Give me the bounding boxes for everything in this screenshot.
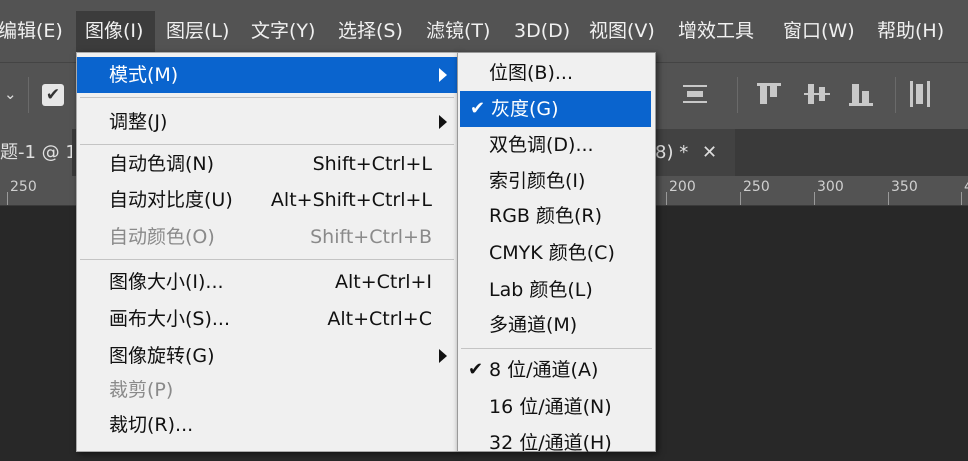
- image-menu-dropdown: 模式(M) 调整(J) 自动色调(N) Shift+Ctrl+L 自动对比度(U…: [76, 52, 458, 452]
- checkmark-icon: ✔: [470, 98, 486, 119]
- options-divider: [895, 77, 896, 113]
- menu-item-label: 画布大小(S)...: [109, 308, 231, 330]
- menu-help[interactable]: 帮助(H): [877, 0, 944, 62]
- align-left-edges-icon[interactable]: [908, 79, 936, 109]
- menu-item-trim[interactable]: 裁切(R)...: [77, 407, 457, 443]
- align-top-edges-icon[interactable]: [756, 79, 784, 109]
- menu-item-label: 模式(M): [109, 64, 179, 86]
- submenu-item-lab-color[interactable]: Lab 颜色(L): [458, 272, 655, 308]
- options-divider: [28, 77, 29, 113]
- menu-item-adjustments[interactable]: 调整(J): [77, 104, 457, 140]
- menu-item-shortcut: Alt+Ctrl+C: [327, 308, 432, 330]
- ruler-tick: [7, 192, 8, 205]
- submenu-item-label: 多通道(M): [489, 314, 578, 336]
- document-tab[interactable]: 8) * ✕: [655, 129, 735, 176]
- document-tab-label: 8) *: [655, 142, 689, 163]
- menu-separator: [80, 259, 454, 260]
- menu-item-mode[interactable]: 模式(M): [77, 57, 457, 93]
- ruler-tick: [961, 192, 962, 205]
- menu-window[interactable]: 窗口(W): [783, 0, 855, 62]
- menu-item-shortcut: Shift+Ctrl+B: [310, 226, 432, 248]
- submenu-item-indexed-color[interactable]: 索引颜色(I): [458, 163, 655, 199]
- menu-item-image-size[interactable]: 图像大小(I)... Alt+Ctrl+I: [77, 264, 457, 300]
- menu-item-auto-tone[interactable]: 自动色调(N) Shift+Ctrl+L: [77, 146, 457, 182]
- submenu-item-label: CMYK 颜色(C): [489, 242, 615, 264]
- chevron-down-icon[interactable]: ⌄: [4, 85, 17, 103]
- align-bottom-edges-icon[interactable]: [848, 79, 876, 109]
- submenu-item-label: 8 位/通道(A): [489, 359, 599, 381]
- menu-item-canvas-size[interactable]: 画布大小(S)... Alt+Ctrl+C: [77, 301, 457, 337]
- ruler-label: 250: [743, 179, 770, 195]
- ruler-label: 300: [817, 179, 844, 195]
- options-divider: [737, 77, 738, 113]
- submenu-item-label: 位图(B)...: [489, 62, 573, 84]
- submenu-item-16-bits[interactable]: 16 位/通道(N): [458, 389, 655, 425]
- submenu-item-label: 32 位/通道(H): [489, 432, 612, 454]
- menu-item-label: 调整(J): [109, 111, 168, 133]
- submenu-item-label: Lab 颜色(L): [489, 279, 593, 301]
- menu-separator: [80, 144, 454, 145]
- submenu-item-multichannel[interactable]: 多通道(M): [458, 307, 655, 343]
- ruler-tick: [814, 192, 815, 205]
- menu-item-label: 图像旋转(G): [109, 345, 215, 367]
- menu-item-shortcut: Alt+Ctrl+I: [335, 271, 432, 293]
- menu-item-shortcut: Shift+Ctrl+L: [312, 153, 432, 175]
- submenu-item-cmyk-color[interactable]: CMYK 颜色(C): [458, 235, 655, 271]
- submenu-arrow-icon: [439, 349, 447, 363]
- submenu-item-label: 16 位/通道(N): [489, 396, 612, 418]
- submenu-item-duotone[interactable]: 双色调(D)...: [458, 127, 655, 163]
- align-vertical-centers-icon[interactable]: [803, 79, 831, 109]
- submenu-item-32-bits[interactable]: 32 位/通道(H): [458, 425, 655, 461]
- document-tab-label: 题-1 @ 19: [0, 142, 72, 163]
- menu-item-label: 自动对比度(U): [109, 189, 233, 211]
- menu-edit[interactable]: 编辑(E): [0, 0, 63, 62]
- menu-separator: [461, 348, 652, 349]
- menu-plugins[interactable]: 增效工具: [678, 0, 754, 62]
- menu-item-label: 裁剪(P): [109, 379, 174, 401]
- menu-item-shortcut: Alt+Shift+Ctrl+L: [270, 189, 432, 211]
- close-icon[interactable]: ✕: [702, 129, 717, 176]
- ruler-tick: [888, 192, 889, 205]
- ruler-label: 200: [669, 179, 696, 195]
- auto-select-checkbox[interactable]: ✔: [42, 84, 64, 106]
- menu-item-auto-color[interactable]: 自动颜色(O) Shift+Ctrl+B: [77, 219, 457, 255]
- menu-item-label: 自动颜色(O): [109, 226, 215, 248]
- ruler-tick: [740, 192, 741, 205]
- submenu-item-bitmap[interactable]: 位图(B)...: [458, 55, 655, 91]
- submenu-item-label: 双色调(D)...: [489, 134, 594, 156]
- submenu-item-grayscale[interactable]: ✔ 灰度(G): [460, 91, 651, 127]
- menu-item-label: 图像大小(I)...: [109, 271, 224, 293]
- menu-item-crop[interactable]: 裁剪(P): [77, 372, 457, 408]
- menu-item-image-rotation[interactable]: 图像旋转(G): [77, 338, 457, 374]
- checkmark-icon: ✔: [468, 359, 484, 380]
- submenu-item-label: 灰度(G): [491, 98, 559, 120]
- ruler-label: 4: [964, 179, 968, 195]
- menu-separator: [80, 97, 454, 98]
- submenu-item-label: RGB 颜色(R): [489, 205, 603, 227]
- submenu-item-label: 索引颜色(I): [489, 170, 586, 192]
- align-horizontal-center-icon[interactable]: [681, 79, 709, 109]
- menu-item-label: 自动色调(N): [109, 153, 215, 175]
- document-tab[interactable]: 题-1 @ 19: [0, 129, 72, 176]
- menu-item-label: 裁切(R)...: [109, 414, 194, 436]
- submenu-item-rgb-color[interactable]: RGB 颜色(R): [458, 198, 655, 234]
- submenu-item-8-bits[interactable]: ✔ 8 位/通道(A): [458, 352, 655, 388]
- menu-item-auto-contrast[interactable]: 自动对比度(U) Alt+Shift+Ctrl+L: [77, 182, 457, 218]
- mode-submenu: 位图(B)... ✔ 灰度(G) 双色调(D)... 索引颜色(I) RGB 颜…: [457, 52, 656, 454]
- submenu-arrow-icon: [439, 68, 447, 82]
- ruler-tick: [666, 192, 667, 205]
- ruler-label: 350: [891, 179, 918, 195]
- ruler-label: 250: [10, 179, 37, 195]
- submenu-arrow-icon: [439, 115, 447, 129]
